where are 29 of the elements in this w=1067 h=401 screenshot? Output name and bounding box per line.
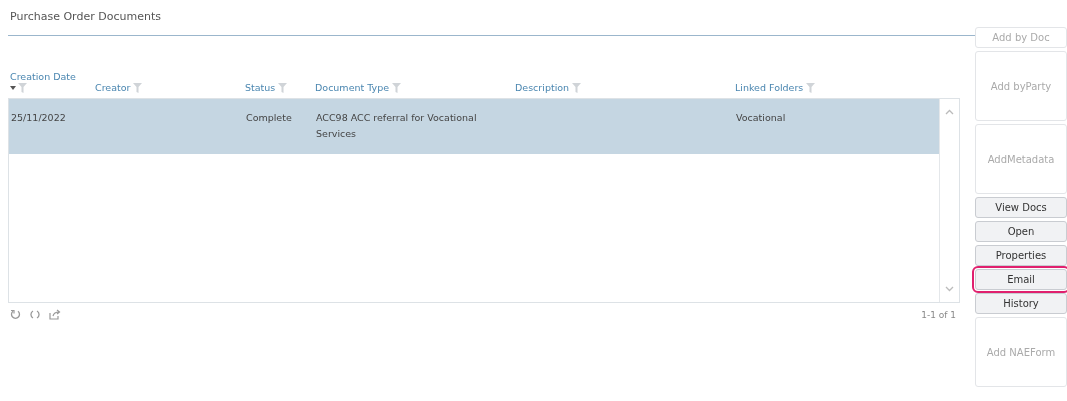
column-header[interactable]: Linked Folders: [735, 82, 804, 93]
action-button[interactable]: History: [975, 293, 1067, 314]
filter-icon[interactable]: [806, 83, 816, 93]
action-button[interactable]: Properties: [975, 245, 1067, 266]
column-header[interactable]: Creation Date: [10, 71, 76, 82]
panel-title: Purchase Order Documents: [9, 9, 162, 25]
column-header[interactable]: Description: [515, 82, 570, 93]
column-header[interactable]: Creator: [95, 82, 131, 93]
filter-icon[interactable]: [278, 83, 288, 93]
table-row[interactable]: 25/11/2022 Complete ACC98 ACC referral for Vocational Services Vocational: [9, 99, 939, 154]
column-header[interactable]: Status: [245, 82, 276, 93]
table-cell: Complete: [246, 112, 292, 123]
filter-icon[interactable]: [572, 83, 582, 93]
pagination-text: 1-1 of 1: [921, 309, 956, 320]
column-header[interactable]: Document Type: [315, 82, 390, 93]
table-cell: 25/11/2022: [11, 112, 66, 123]
scroll-down-icon[interactable]: [945, 286, 954, 292]
refresh-icon[interactable]: [10, 309, 21, 320]
action-button[interactable]: View Docs: [975, 197, 1067, 218]
table-cell: Vocational: [736, 112, 786, 123]
sync-icon[interactable]: [29, 309, 41, 320]
sort-down-icon[interactable]: [10, 86, 16, 90]
action-button[interactable]: Email: [975, 269, 1067, 290]
scroll-up-icon[interactable]: [945, 109, 954, 115]
table-cell: ACC98 ACC referral for Vocational Services: [316, 112, 477, 139]
export-icon[interactable]: [49, 309, 61, 320]
filter-icon[interactable]: [392, 83, 402, 93]
action-button[interactable]: Open: [975, 221, 1067, 242]
filter-icon[interactable]: [133, 83, 143, 93]
